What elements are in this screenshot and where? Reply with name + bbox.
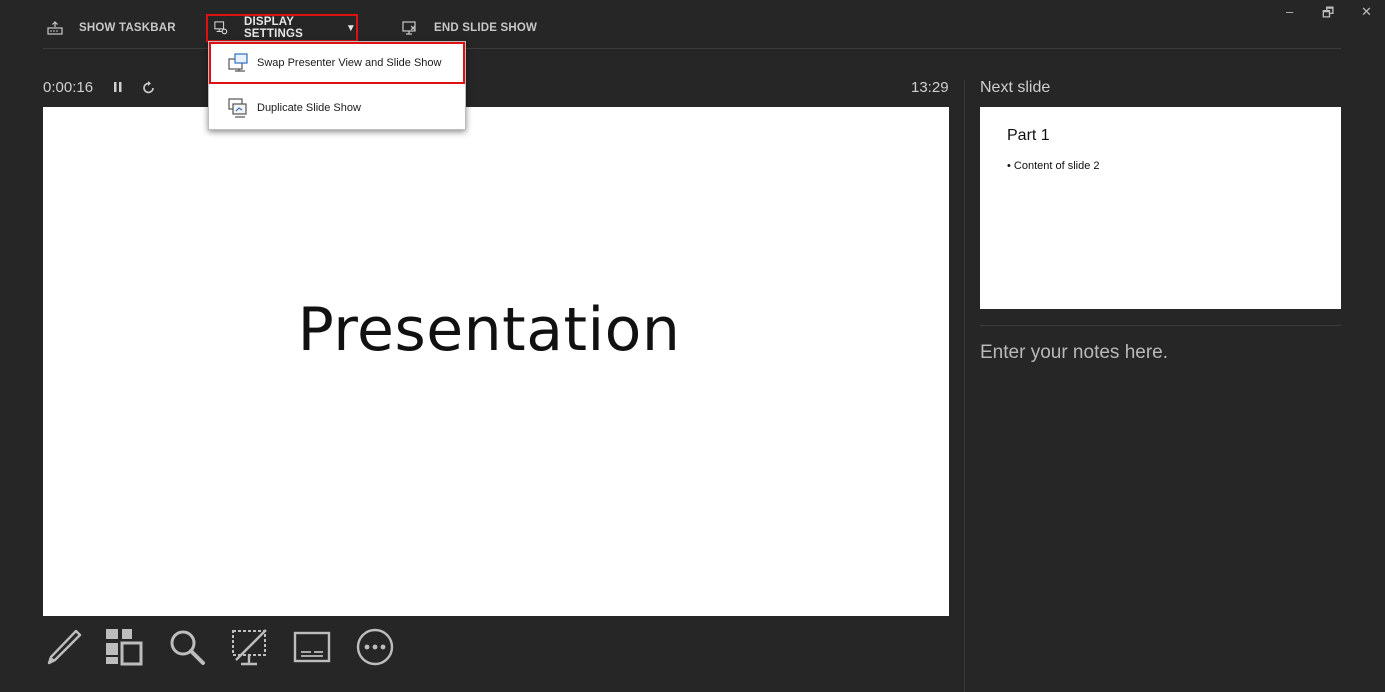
minimize-button[interactable]: – xyxy=(1286,4,1293,19)
pen-icon xyxy=(47,629,82,665)
more-options-button[interactable] xyxy=(354,626,396,668)
see-all-slides-button[interactable] xyxy=(103,626,145,668)
duplicate-screen-icon xyxy=(228,98,247,118)
restart-icon xyxy=(143,81,154,94)
end-show-icon xyxy=(402,21,416,35)
elapsed-timer: 0:00:16 xyxy=(43,79,94,96)
restart-timer-button[interactable] xyxy=(142,79,158,97)
pause-timer-button[interactable] xyxy=(112,79,128,97)
show-taskbar-button[interactable]: SHOW TASKBAR xyxy=(47,14,176,42)
display-settings-icon xyxy=(214,21,228,35)
duplicate-slide-show-item[interactable]: Duplicate Slide Show xyxy=(209,88,465,128)
show-taskbar-label: SHOW TASKBAR xyxy=(79,22,176,34)
zoom-button[interactable] xyxy=(166,626,208,668)
chevron-down-icon: ▼ xyxy=(345,22,356,34)
more-options-icon xyxy=(356,628,394,666)
swap-screens-icon xyxy=(228,53,248,72)
pen-tool-button[interactable] xyxy=(43,626,85,668)
next-slide-title: Part 1 xyxy=(1007,127,1050,144)
current-slide[interactable]: Presentation xyxy=(43,107,949,616)
restore-button[interactable]: 🗗 xyxy=(1322,4,1334,26)
zoom-icon xyxy=(170,630,205,665)
close-button[interactable]: ✕ xyxy=(1361,4,1372,20)
duplicate-slide-show-label: Duplicate Slide Show xyxy=(257,102,361,114)
end-slide-show-button[interactable]: END SLIDE SHOW xyxy=(402,14,537,42)
subtitles-button[interactable] xyxy=(291,626,333,668)
subtitles-icon xyxy=(293,631,331,663)
next-slide-bullet: • Content of slide 2 xyxy=(1007,160,1100,172)
display-settings-button[interactable]: DISPLAY SETTINGS ▼ xyxy=(206,14,358,42)
taskbar-icon xyxy=(47,21,63,35)
slides-grid-icon xyxy=(106,629,143,666)
notes-divider xyxy=(980,325,1341,326)
display-settings-label: DISPLAY SETTINGS xyxy=(243,16,304,40)
clock: 13:29 xyxy=(911,79,949,96)
black-screen-button[interactable] xyxy=(228,626,270,668)
pause-icon xyxy=(114,82,122,92)
swap-presenter-view-item[interactable]: Swap Presenter View and Slide Show xyxy=(209,42,465,84)
end-slide-show-label: END SLIDE SHOW xyxy=(434,22,538,34)
next-slide-preview[interactable]: Part 1 • Content of slide 2 xyxy=(980,107,1341,309)
slide-title: Presentation xyxy=(297,295,681,365)
next-slide-label: Next slide xyxy=(980,79,1051,96)
display-settings-menu: Swap Presenter View and Slide Show Dupli… xyxy=(208,41,466,130)
swap-presenter-view-label: Swap Presenter View and Slide Show xyxy=(257,57,442,69)
speaker-notes[interactable]: Enter your notes here. xyxy=(980,342,1168,364)
pane-divider xyxy=(964,80,965,692)
black-screen-icon xyxy=(232,629,267,666)
